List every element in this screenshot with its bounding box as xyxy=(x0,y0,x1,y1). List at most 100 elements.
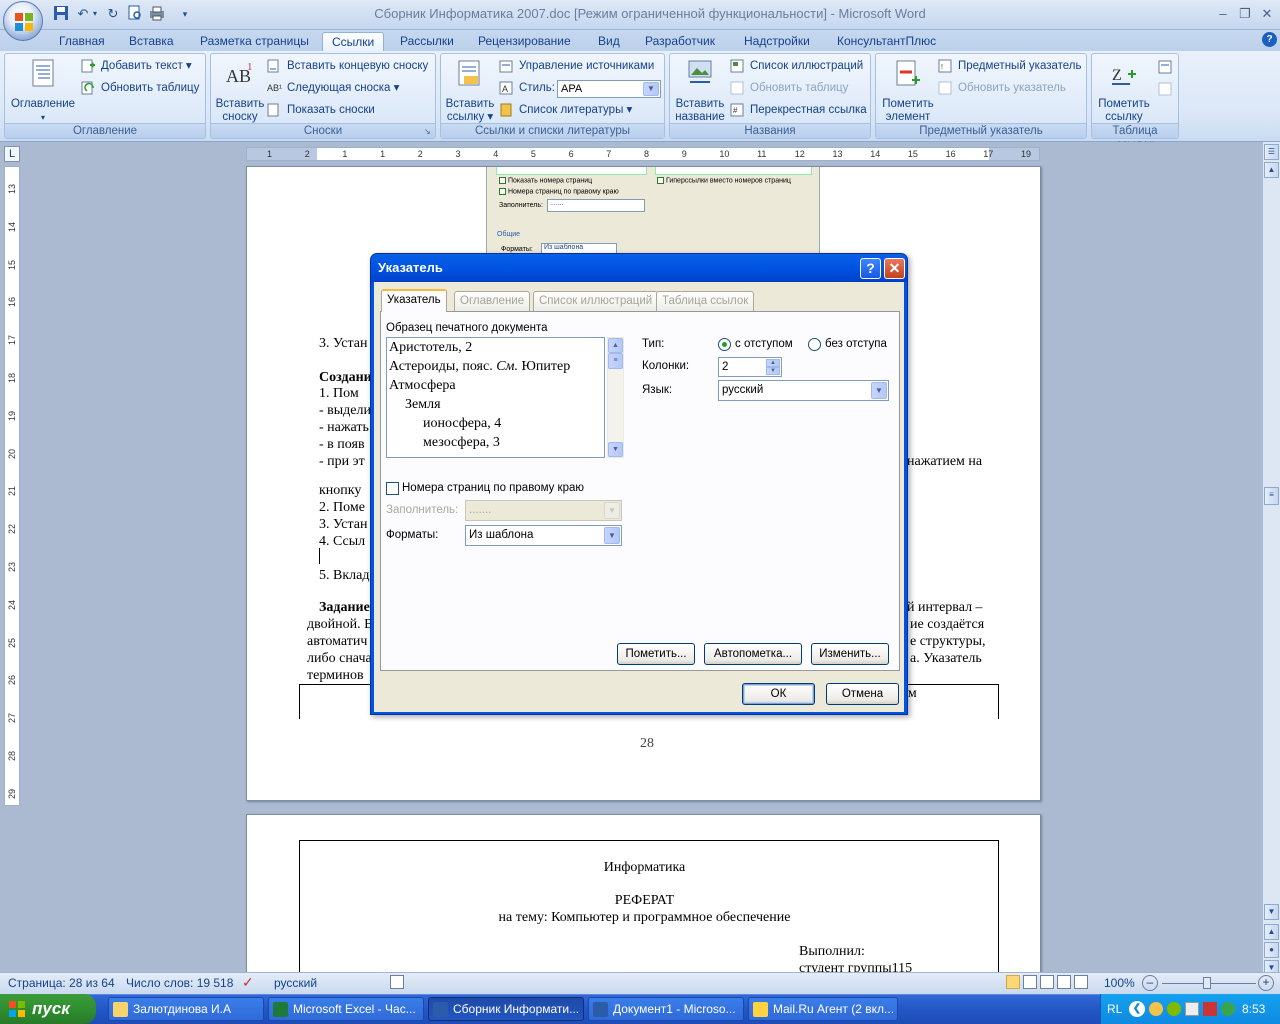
style-combo[interactable]: APA ▼ xyxy=(557,80,661,98)
tab-authorities[interactable]: Таблица ссылок xyxy=(656,291,755,311)
tab-consultant[interactable]: КонсультантПлюс xyxy=(828,32,945,52)
chevron-down-icon[interactable]: ▼ xyxy=(643,82,659,96)
columns-spinner[interactable]: 2 ▲ ▼ xyxy=(718,357,782,377)
next-footnote-button[interactable]: AB¹ Следующая сноска ▾ xyxy=(267,78,399,98)
zoom-slider-thumb[interactable] xyxy=(1203,977,1211,989)
insert-toa-icon[interactable] xyxy=(1158,60,1174,74)
tab-index[interactable]: Указатель xyxy=(381,289,447,312)
ok-button[interactable]: ОК xyxy=(742,683,815,705)
indented-label[interactable]: с отступом xyxy=(735,338,793,350)
tab-insert[interactable]: Вставка xyxy=(120,32,183,52)
zoom-in-icon[interactable]: + xyxy=(1258,975,1274,991)
tray-icon[interactable] xyxy=(1203,1002,1217,1016)
taskbar-item-word-active[interactable]: Сборник Информати... xyxy=(428,997,584,1021)
taskbar-item-word[interactable]: Документ1 - Microso... xyxy=(588,997,744,1021)
tab-review[interactable]: Рецензирование xyxy=(469,32,580,52)
chevron-down-icon[interactable]: ▼ xyxy=(604,527,620,544)
leader-combo[interactable]: ....... ▼ xyxy=(465,500,622,521)
undo-icon[interactable]: ↶ xyxy=(74,5,92,23)
tray-expand-icon[interactable]: ❮ xyxy=(1129,1001,1145,1017)
tab-page-layout[interactable]: Разметка страницы xyxy=(191,32,318,52)
document-page[interactable]: Информатика РЕФЕРАТ на тему: Компьютер и… xyxy=(246,814,1041,985)
scroll-up-icon[interactable]: ▲ xyxy=(1264,162,1279,178)
insert-caption-button[interactable]: Вставить название xyxy=(672,58,728,124)
outline-icon[interactable] xyxy=(1057,975,1071,989)
close-icon[interactable]: ✕ xyxy=(1256,5,1278,23)
customize-qat-icon[interactable]: ▾ xyxy=(180,5,190,23)
dialog-launcher-icon[interactable]: ↘ xyxy=(424,127,433,136)
draft-icon[interactable] xyxy=(1074,975,1088,989)
spin-up-icon[interactable]: ▲ xyxy=(766,359,780,367)
proofing-icon[interactable]: ✓ xyxy=(242,974,254,991)
right-align-checkbox[interactable] xyxy=(386,482,399,495)
print-preview-icon[interactable] xyxy=(126,5,144,23)
mark-citation-button[interactable]: Z Пометить ссылку xyxy=(1094,58,1154,124)
modify-button[interactable]: Изменить... xyxy=(811,643,889,665)
page-count[interactable]: Страница: 28 из 64 xyxy=(8,976,115,990)
update-toa-icon[interactable] xyxy=(1158,82,1174,96)
help-icon[interactable]: ? xyxy=(1262,32,1277,47)
show-notes-button[interactable]: Показать сноски xyxy=(267,100,375,120)
formats-combo[interactable]: Из шаблона ▼ xyxy=(465,525,622,546)
mark-entry-button[interactable]: Пометить элемент xyxy=(878,58,938,124)
chevron-down-icon[interactable]: ▼ xyxy=(871,382,887,399)
redo-icon[interactable]: ↻ xyxy=(104,5,122,23)
vertical-scrollbar[interactable]: ☰ ▲ ≡ ▼ ▲ ● ▼ xyxy=(1262,142,1280,976)
tab-figures[interactable]: Список иллюстраций xyxy=(533,291,659,311)
scroll-up-icon[interactable]: ▲ xyxy=(608,338,623,353)
taskbar-item-excel[interactable]: Microsoft Excel - Час... xyxy=(268,997,424,1021)
browse-object-icon[interactable]: ● xyxy=(1264,942,1279,958)
undo-dropdown-icon[interactable]: ▾ xyxy=(91,5,99,23)
prev-page-icon[interactable]: ▲ xyxy=(1264,924,1279,940)
save-icon[interactable] xyxy=(52,5,70,23)
tray-icon[interactable] xyxy=(1221,1002,1235,1016)
insert-footnote-button[interactable]: AB 1 Вставить сноску xyxy=(213,58,267,124)
zoom-level[interactable]: 100% xyxy=(1104,976,1135,990)
tab-addins[interactable]: Надстройки xyxy=(735,32,819,52)
help-icon[interactable]: ? xyxy=(860,258,881,279)
update-index-button[interactable]: Обновить указатель xyxy=(938,78,1066,98)
tab-developer[interactable]: Разработчик xyxy=(636,32,724,52)
cross-reference-button[interactable]: # Перекрестная ссылка xyxy=(730,100,867,120)
ruler-toggle-icon[interactable]: ☰ xyxy=(1264,144,1279,160)
tab-toc[interactable]: Оглавление xyxy=(454,291,531,311)
language-status[interactable]: русский xyxy=(274,976,317,990)
language-combo[interactable]: русский ▼ xyxy=(718,380,889,401)
update-figures-table-button[interactable]: Обновить таблицу xyxy=(730,78,848,98)
tray-icon[interactable] xyxy=(1149,1002,1163,1016)
manage-sources-button[interactable]: Управление источниками xyxy=(499,56,654,76)
word-count[interactable]: Число слов: 19 518 xyxy=(126,976,233,990)
mark-entry-button[interactable]: Пометить... xyxy=(617,643,695,665)
office-button[interactable] xyxy=(3,1,43,41)
tab-view[interactable]: Вид xyxy=(589,32,629,52)
quick-print-icon[interactable] xyxy=(148,5,166,23)
scroll-thumb[interactable]: ≡ xyxy=(1264,487,1279,505)
bibliography-button[interactable]: Список литературы ▾ xyxy=(499,100,632,120)
indented-radio[interactable] xyxy=(718,338,731,351)
taskbar-item-folder[interactable]: Залютдинова И.А xyxy=(108,997,264,1021)
insert-citation-button[interactable]: Вставить ссылку ▾ xyxy=(443,58,497,124)
tab-mailings[interactable]: Рассылки xyxy=(391,32,463,52)
scroll-down-icon[interactable]: ▼ xyxy=(608,442,623,457)
cancel-button[interactable]: Отмена xyxy=(826,683,899,705)
runin-radio[interactable] xyxy=(808,338,821,351)
add-text-button[interactable]: Добавить текст ▾ xyxy=(81,56,192,76)
close-icon[interactable]: ✕ xyxy=(884,258,905,279)
print-layout-icon[interactable] xyxy=(1006,975,1020,989)
minimize-icon[interactable]: – xyxy=(1212,5,1234,23)
update-toc-button[interactable]: Обновить таблицу xyxy=(81,78,199,98)
right-align-label[interactable]: Номера страниц по правому краю xyxy=(402,482,584,494)
zoom-out-icon[interactable]: – xyxy=(1142,975,1158,991)
tray-icon[interactable] xyxy=(1185,1002,1199,1016)
restore-icon[interactable]: ❐ xyxy=(1234,5,1256,23)
input-language[interactable]: RL xyxy=(1107,1002,1122,1016)
tab-selector-icon[interactable]: L xyxy=(4,146,20,162)
preview-scrollbar[interactable]: ▲ ≡ ▼ xyxy=(607,337,624,458)
full-screen-icon[interactable] xyxy=(1023,975,1037,989)
runin-label[interactable]: без отступа xyxy=(825,338,887,350)
table-of-figures-button[interactable]: Список иллюстраций xyxy=(730,56,863,76)
tab-references[interactable]: Ссылки xyxy=(322,32,385,52)
automark-button[interactable]: Автопометка... xyxy=(704,643,802,665)
tab-home[interactable]: Главная xyxy=(50,32,114,52)
scroll-down-icon[interactable]: ▼ xyxy=(1264,904,1279,920)
